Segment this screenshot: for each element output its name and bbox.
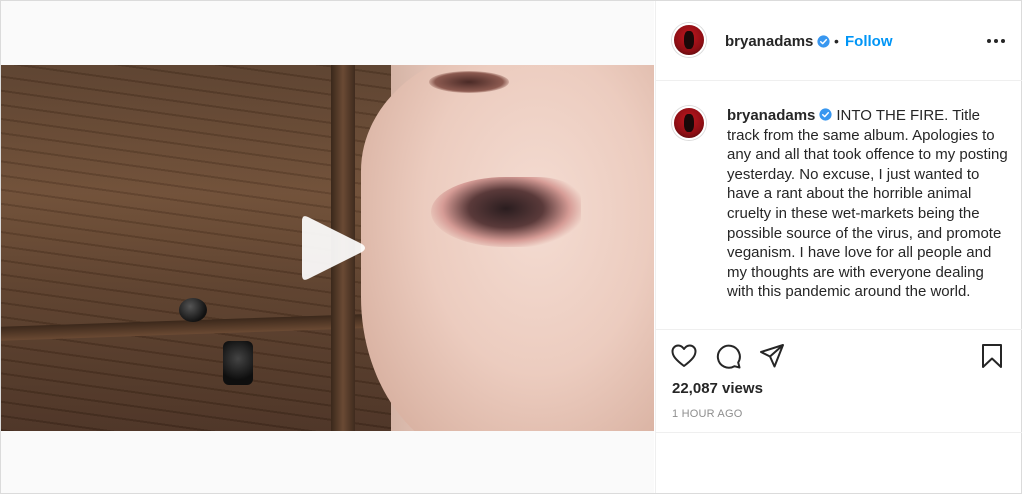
separator-dot: •	[834, 33, 839, 49]
caption-avatar[interactable]	[672, 106, 706, 140]
heart-icon[interactable]	[670, 342, 698, 370]
post-timestamp: 1 HOUR AGO	[672, 408, 743, 420]
comment-icon[interactable]	[714, 342, 742, 370]
caption-area: bryanadams INTO THE FIRE. Title track fr…	[656, 82, 1022, 329]
caption-text: bryanadams INTO THE FIRE. Title track fr…	[727, 106, 1011, 302]
video-frame-mouth	[431, 177, 581, 247]
follow-button[interactable]: Follow	[845, 33, 893, 50]
more-options-icon[interactable]	[984, 31, 1008, 51]
caption-username[interactable]: bryanadams	[727, 107, 815, 124]
action-bar: 22,087 views 1 HOUR AGO	[656, 329, 1022, 433]
verified-badge-icon	[817, 34, 830, 52]
video-frame-knob	[179, 298, 207, 322]
media-area	[1, 1, 654, 493]
header-username[interactable]: bryanadams	[725, 33, 813, 50]
share-icon[interactable]	[758, 342, 786, 370]
post-header: bryanadams • Follow	[656, 1, 1022, 81]
bookmark-icon[interactable]	[978, 342, 1006, 370]
play-icon[interactable]	[298, 211, 368, 285]
video-frame-nose	[429, 71, 509, 93]
caption-body: INTO THE FIRE. Title track from the same…	[727, 107, 1008, 301]
video-player[interactable]	[1, 65, 654, 431]
view-count: 22,087 views	[672, 380, 763, 397]
video-frame-face	[361, 65, 654, 431]
verified-badge-icon	[819, 107, 836, 124]
avatar[interactable]	[672, 23, 706, 57]
video-frame-latch	[223, 341, 253, 385]
post-sidebar: bryanadams • Follow bryanadams INTO THE …	[655, 1, 1022, 493]
